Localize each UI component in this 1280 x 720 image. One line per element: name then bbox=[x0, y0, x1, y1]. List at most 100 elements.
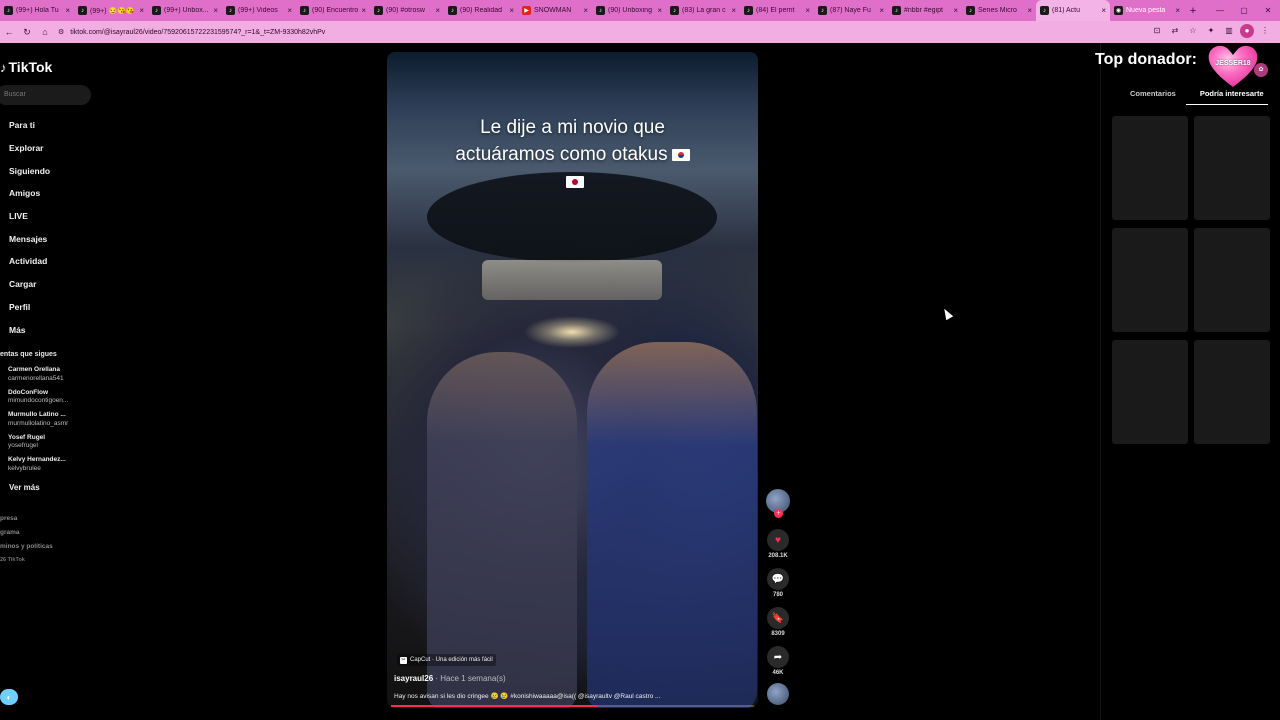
share-icon[interactable]: ➦ bbox=[767, 646, 789, 668]
back-icon[interactable]: ← bbox=[0, 27, 18, 37]
suggested-video-thumbnail[interactable] bbox=[1194, 228, 1270, 332]
browser-tab[interactable]: ♪ (83) La gran c × bbox=[666, 0, 740, 21]
sidebar-item-label: Amigos bbox=[9, 188, 41, 199]
maximize-icon[interactable]: ▢ bbox=[1232, 6, 1256, 15]
footer-link[interactable]: presa bbox=[0, 515, 53, 529]
browser-tab[interactable]: ▶ SNOWMAN × bbox=[518, 0, 592, 21]
video-description[interactable]: Hay nos avisan si les dio cringee 😢 😢 #k… bbox=[394, 692, 744, 700]
video-actions: + ♥ 208.1K 💬 780 🔖 8309 ➦ 46K bbox=[765, 489, 791, 705]
browser-tab[interactable]: ♪ (90) Unboxing × bbox=[592, 0, 666, 21]
author-avatar[interactable]: + bbox=[766, 489, 790, 518]
tiktok-logo[interactable]: ♪ TikTok bbox=[0, 59, 52, 75]
sidebar-item-amigos[interactable]: Amigos bbox=[9, 182, 50, 205]
tab-label: (99+) Unbox... bbox=[164, 7, 209, 14]
following-account[interactable]: Carmen Orellana carmenorellana541 bbox=[8, 366, 68, 389]
tab-close-icon[interactable]: × bbox=[65, 6, 70, 15]
tab-close-icon[interactable]: × bbox=[1027, 6, 1032, 15]
translate-icon[interactable]: ⇄ bbox=[1168, 24, 1182, 38]
browser-tab[interactable]: ♪ (99+) 😏😘😘 × bbox=[74, 0, 148, 21]
comment-count: 780 bbox=[772, 592, 783, 598]
home-browser-icon[interactable]: ⌂ bbox=[36, 27, 54, 37]
browser-tab[interactable]: ♪ Series Micro × bbox=[962, 0, 1036, 21]
close-window-icon[interactable]: ✕ bbox=[1256, 6, 1280, 15]
footer-links: presa grama minos y políticas 26 TikTok bbox=[0, 515, 53, 571]
sidebar-item-live[interactable]: LIVE bbox=[9, 205, 50, 228]
browser-tab[interactable]: ◉ Nueva pesta × bbox=[1110, 0, 1184, 21]
suggested-video-thumbnail[interactable] bbox=[1112, 116, 1188, 220]
tab-close-icon[interactable]: × bbox=[657, 6, 662, 15]
tab-comentarios[interactable]: Comentarios bbox=[1110, 87, 1186, 105]
tab-close-icon[interactable]: × bbox=[1101, 6, 1106, 15]
bookmark-star-icon[interactable]: ☆ bbox=[1186, 24, 1200, 38]
browser-tab[interactable]: ♪ (99+) Videos × bbox=[222, 0, 296, 21]
video-player[interactable]: Le dije a mi novio que actuáramos como o… bbox=[387, 52, 758, 708]
sidebar-item-m-s[interactable]: Más bbox=[9, 318, 50, 341]
suggested-video-thumbnail[interactable] bbox=[1194, 116, 1270, 220]
see-more-link[interactable]: Ver más bbox=[9, 483, 40, 492]
tab-close-icon[interactable]: × bbox=[583, 6, 588, 15]
like-heart-icon[interactable]: ♥ bbox=[767, 529, 789, 551]
following-account[interactable]: Murmullo Latino ... murmullolatino_asmr bbox=[8, 411, 68, 434]
sidebar-item-explorar[interactable]: Explorar bbox=[9, 137, 50, 160]
sidebar-item-perfil[interactable]: Perfil bbox=[9, 296, 50, 319]
tab-close-icon[interactable]: × bbox=[1175, 6, 1180, 15]
menu-icon[interactable]: ⋮ bbox=[1258, 24, 1272, 38]
tiktok-page: ♪ TikTok Buscar Para ti Explorar Siguiendo… bbox=[0, 43, 1280, 720]
new-tab-plus-icon[interactable]: + bbox=[1184, 5, 1202, 17]
minimize-icon[interactable]: — bbox=[1208, 6, 1232, 15]
browser-tab[interactable]: ♪ (90) #otrosw × bbox=[370, 0, 444, 21]
sound-disc-icon[interactable] bbox=[767, 683, 789, 705]
sidebar-item-siguiendo[interactable]: Siguiendo bbox=[9, 159, 50, 182]
install-icon[interactable]: ⊡ bbox=[1150, 24, 1164, 38]
tab-close-icon[interactable]: × bbox=[879, 6, 884, 15]
following-account[interactable]: Yosef Rugel yosefrugel bbox=[8, 434, 68, 457]
browser-tab[interactable]: ♪ (84) El perrit × bbox=[740, 0, 814, 21]
footer-link[interactable]: minos y políticas bbox=[0, 543, 53, 557]
author-username[interactable]: isayraul26 bbox=[394, 674, 433, 683]
tab-podria-interesarte[interactable]: Podría interesarte bbox=[1185, 87, 1268, 105]
site-info-icon[interactable]: ⚙ bbox=[58, 28, 64, 36]
sidebar-item-para-ti[interactable]: Para ti bbox=[9, 114, 50, 137]
video-progress-bar[interactable] bbox=[391, 705, 754, 707]
browser-tab[interactable]: ♪ (99+) Unbox... × bbox=[148, 0, 222, 21]
tab-close-icon[interactable]: × bbox=[435, 6, 440, 15]
tab-close-icon[interactable]: × bbox=[509, 6, 514, 15]
suggested-video-thumbnail[interactable] bbox=[1112, 340, 1188, 444]
browser-tab[interactable]: ♪ #nbbr #egipt × bbox=[888, 0, 962, 21]
following-account[interactable]: DdoConFlow mimundocontigoen... bbox=[8, 389, 68, 412]
sidebar-item-actividad[interactable]: Actividad bbox=[9, 250, 50, 273]
tab-close-icon[interactable]: × bbox=[213, 6, 218, 15]
browser-tab[interactable]: ♪ (90) Realidad × bbox=[444, 0, 518, 21]
url-field[interactable]: ⚙ tiktok.com/@isayraul26/video/759206157… bbox=[58, 24, 1138, 40]
suggested-video-thumbnail[interactable] bbox=[1194, 340, 1270, 444]
capcut-badge[interactable]: ✂ CapCut · Una edición más fácil bbox=[397, 654, 496, 666]
tab-close-icon[interactable]: × bbox=[139, 6, 144, 15]
footer-link[interactable]: grama bbox=[0, 529, 53, 543]
floating-chat-button[interactable]: ◐ bbox=[0, 689, 18, 705]
tab-close-icon[interactable]: × bbox=[805, 6, 810, 15]
tab-close-icon[interactable]: × bbox=[731, 6, 736, 15]
tab-close-icon[interactable]: × bbox=[953, 6, 958, 15]
tab-label: Nueva pesta bbox=[1126, 7, 1166, 14]
sidebar-nav: Para ti Explorar Siguiendo Amigos LIVE Mensaj… bbox=[9, 114, 50, 341]
browser-tab[interactable]: ♪ (99+) Hola Tu × bbox=[0, 0, 74, 21]
sidepanel-icon[interactable]: ▥ bbox=[1222, 24, 1236, 38]
extensions-icon[interactable]: ✦ bbox=[1204, 24, 1218, 38]
search-input[interactable]: Buscar bbox=[0, 85, 91, 105]
suggested-video-thumbnail[interactable] bbox=[1112, 228, 1188, 332]
browser-tab[interactable]: ♪ (81) Actu × bbox=[1036, 0, 1110, 21]
following-account[interactable]: Kelvy Hernandez... kelvybrulee bbox=[8, 456, 68, 479]
sidebar-item-mensajes[interactable]: Mensajes bbox=[9, 227, 50, 250]
window-controls: — ▢ ✕ bbox=[1208, 0, 1280, 21]
sidebar-item-cargar[interactable]: Cargar bbox=[9, 273, 50, 296]
reload-icon[interactable]: ↻ bbox=[18, 27, 36, 38]
follow-plus-icon[interactable]: + bbox=[774, 509, 783, 518]
browser-tab[interactable]: ♪ (90) Encuentro × bbox=[296, 0, 370, 21]
profile-avatar-icon[interactable]: ● bbox=[1240, 24, 1254, 38]
video-author[interactable]: isayraul26 · Hace 1 semana(s) bbox=[394, 674, 506, 683]
browser-tab[interactable]: ♪ (87) Naye Fu × bbox=[814, 0, 888, 21]
comment-icon[interactable]: 💬 bbox=[767, 568, 789, 590]
tab-close-icon[interactable]: × bbox=[287, 6, 292, 15]
tab-close-icon[interactable]: × bbox=[361, 6, 366, 15]
bookmark-icon[interactable]: 🔖 bbox=[767, 607, 789, 629]
